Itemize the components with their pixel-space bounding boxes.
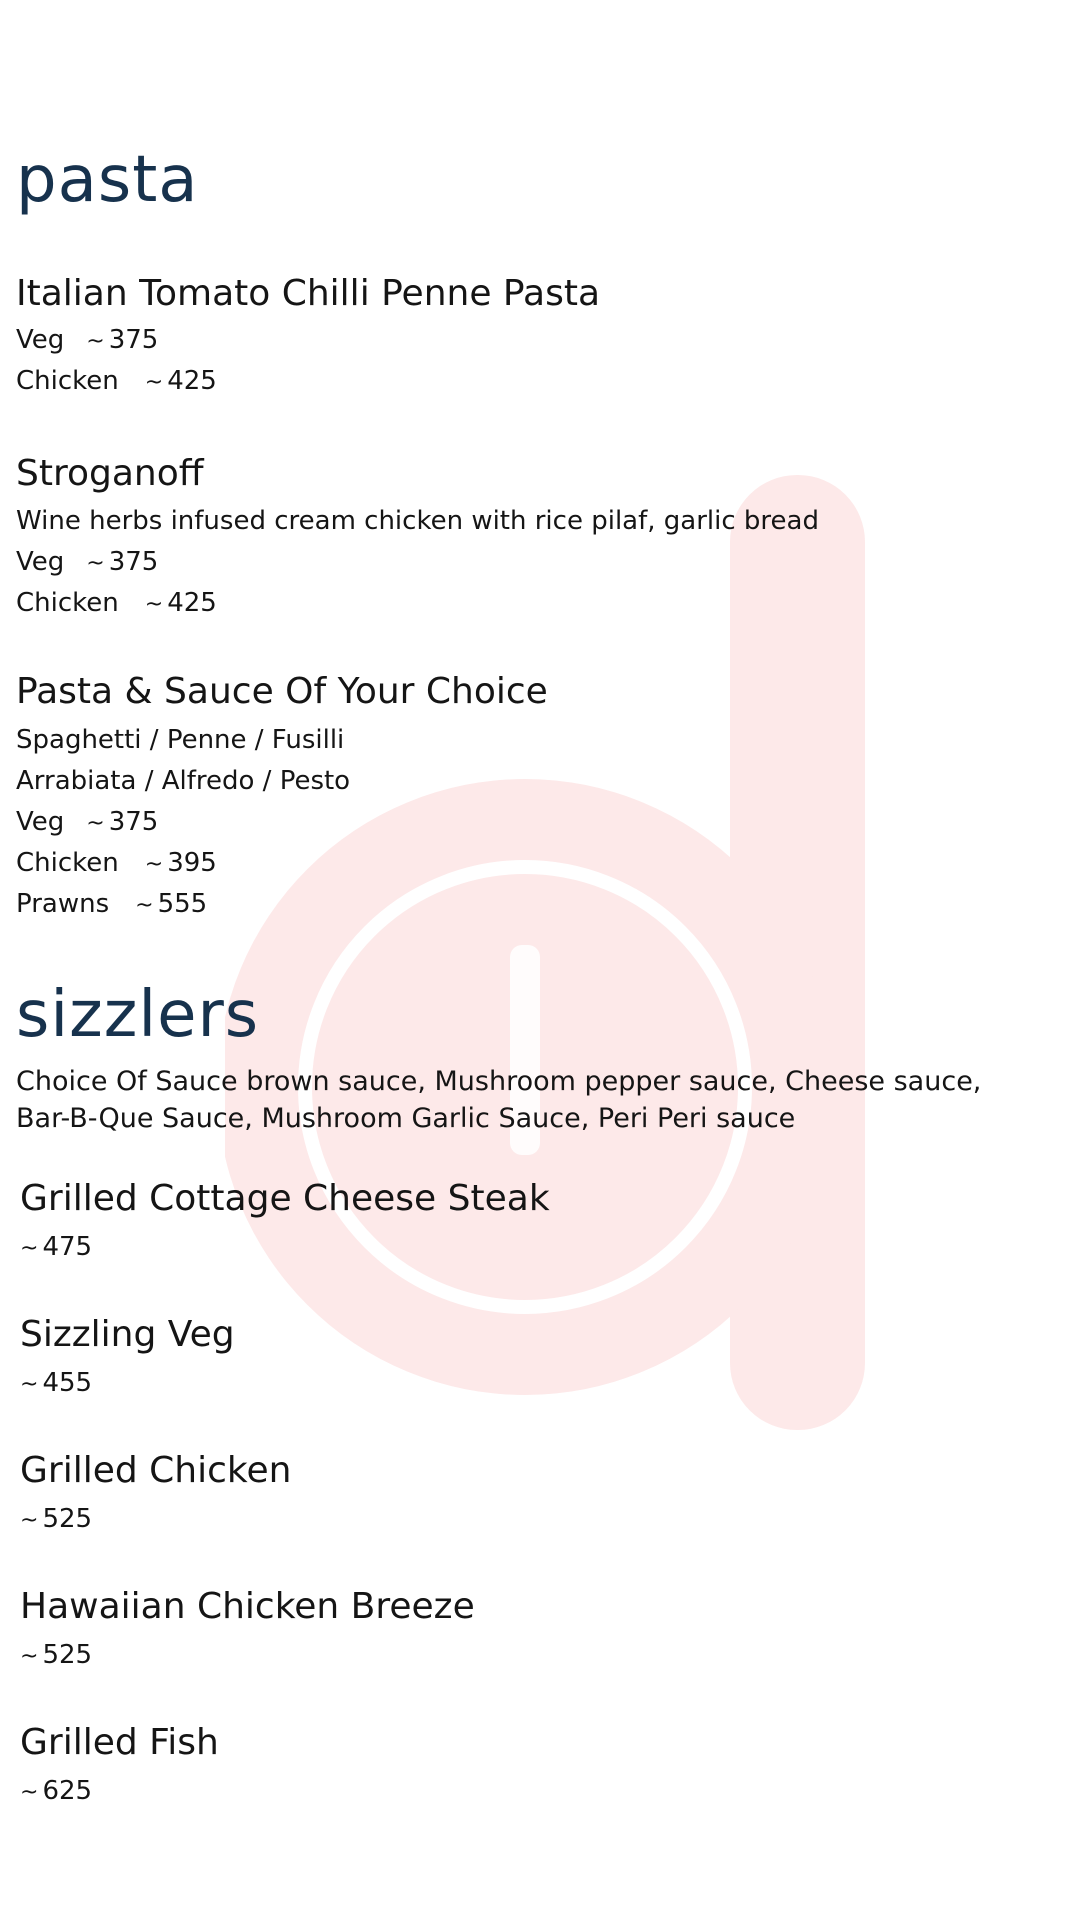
menu-item-name: Sizzling Veg	[20, 1314, 235, 1355]
menu-item-option: Arrabiata / Alfredo / Pesto	[16, 766, 351, 796]
menu-item-name: Grilled Cottage Cheese Steak	[20, 1178, 550, 1219]
sauce-note: Bar-B-Que Sauce, Mushroom Garlic Sauce, …	[16, 1103, 796, 1134]
tilde-icon: ~	[20, 1236, 39, 1261]
section-title-sizzlers: sizzlers	[16, 978, 260, 1052]
menu-item-option: Spaghetti / Penne / Fusilli	[16, 725, 345, 755]
tilde-icon: ~	[86, 329, 105, 354]
price-value: 625	[42, 1776, 93, 1806]
price-row: Chicken ~425	[16, 366, 217, 397]
tilde-icon: ~	[144, 370, 164, 395]
price-row: Veg ~375	[16, 547, 158, 578]
menu-item-description: Wine herbs infused cream chicken with ri…	[16, 506, 819, 536]
menu-item-name: Grilled Fish	[20, 1722, 219, 1763]
tilde-icon: ~	[86, 811, 105, 836]
price-value: 375	[108, 807, 159, 837]
menu-page: pasta Italian Tomato Chilli Penne Pasta …	[0, 0, 1082, 1922]
menu-item-name: Pasta & Sauce Of Your Choice	[16, 671, 548, 712]
price-row: Veg ~375	[16, 325, 158, 356]
price-row: ~625	[20, 1776, 92, 1807]
tilde-icon: ~	[135, 893, 154, 918]
price-value: 375	[108, 325, 159, 355]
price-row: ~525	[20, 1640, 92, 1671]
tilde-icon: ~	[20, 1780, 39, 1805]
price-label: Prawns	[16, 889, 110, 919]
price-value: 425	[167, 366, 217, 396]
price-label: Veg	[16, 807, 65, 837]
price-value: 455	[42, 1368, 93, 1398]
price-label: Veg	[16, 547, 65, 577]
price-row: Prawns ~555	[16, 889, 207, 920]
menu-item-name: Stroganoff	[16, 453, 204, 494]
price-value: 525	[42, 1504, 93, 1534]
price-label: Chicken	[16, 588, 119, 618]
menu-item-name: Italian Tomato Chilli Penne Pasta	[16, 273, 601, 314]
price-row: Veg ~375	[16, 807, 158, 838]
price-label: Chicken	[16, 848, 119, 878]
tilde-icon: ~	[144, 852, 164, 877]
price-row: Chicken ~395	[16, 848, 217, 879]
menu-item-name: Grilled Chicken	[20, 1450, 292, 1491]
price-row: ~455	[20, 1368, 92, 1399]
sauce-note: Choice Of Sauce brown sauce, Mushroom pe…	[16, 1066, 982, 1097]
price-value: 395	[167, 848, 217, 878]
price-value: 475	[42, 1232, 93, 1262]
tilde-icon: ~	[86, 551, 105, 576]
tilde-icon: ~	[20, 1508, 39, 1533]
tilde-icon: ~	[144, 592, 164, 617]
price-value: 425	[167, 588, 217, 618]
price-row: ~475	[20, 1232, 92, 1263]
menu-item-name: Hawaiian Chicken Breeze	[20, 1586, 475, 1627]
tilde-icon: ~	[20, 1644, 39, 1669]
section-title-pasta: pasta	[16, 143, 199, 217]
price-value: 375	[108, 547, 159, 577]
tilde-icon: ~	[20, 1372, 39, 1397]
price-row: ~525	[20, 1504, 92, 1535]
price-value: 525	[42, 1640, 93, 1670]
price-value: 555	[157, 889, 208, 919]
price-label: Veg	[16, 325, 65, 355]
price-row: Chicken ~425	[16, 588, 217, 619]
price-label: Chicken	[16, 366, 119, 396]
